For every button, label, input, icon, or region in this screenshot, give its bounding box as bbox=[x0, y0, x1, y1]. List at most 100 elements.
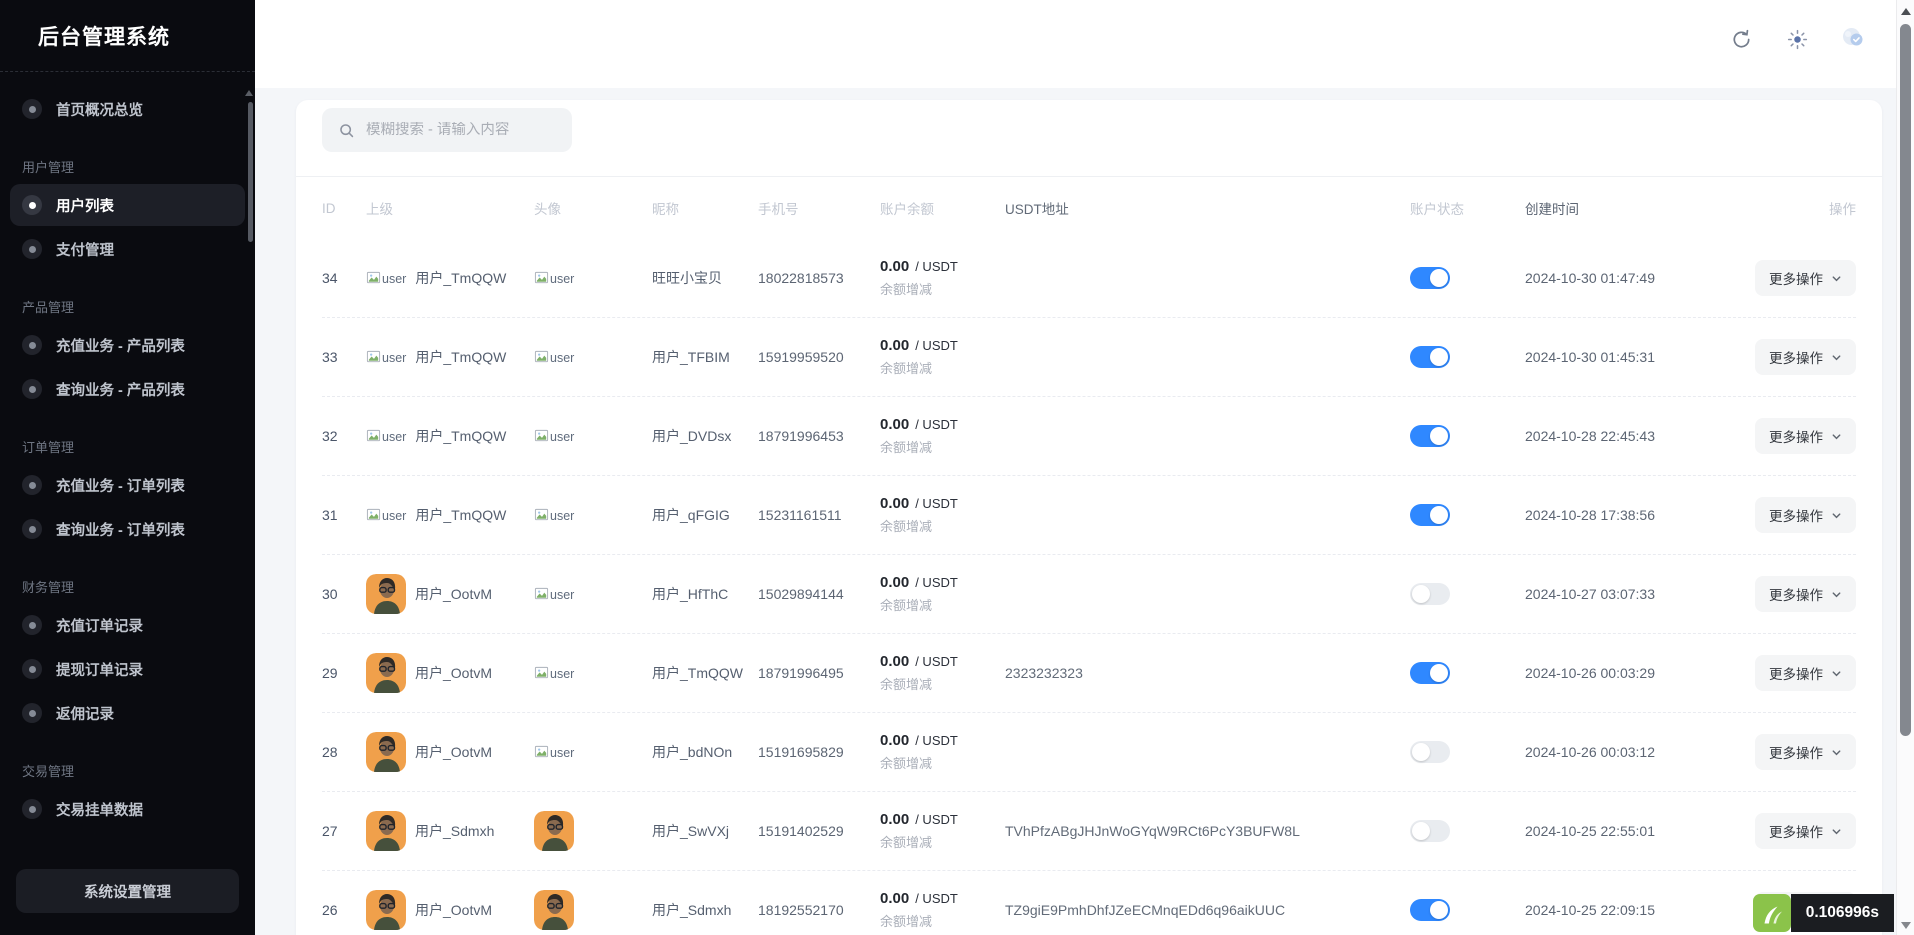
dot-circle-icon bbox=[22, 239, 42, 259]
cell-balance: 0.00/ USDT 余额增减 bbox=[880, 574, 1005, 614]
more-actions-button[interactable]: 更多操作 bbox=[1755, 260, 1856, 296]
cell-account-status bbox=[1410, 504, 1515, 526]
cell-account-status bbox=[1410, 820, 1515, 842]
more-actions-button[interactable]: 更多操作 bbox=[1755, 418, 1856, 454]
more-actions-button[interactable]: 更多操作 bbox=[1755, 813, 1856, 849]
user-avatar: user bbox=[534, 586, 574, 602]
account-status-toggle[interactable] bbox=[1410, 741, 1450, 763]
parent-avatar: user bbox=[366, 428, 406, 444]
system-settings-button[interactable]: 系统设置管理 bbox=[16, 869, 239, 913]
table-row: 29 用户_OotvM user 用户_TmQQW 18791996495 0.… bbox=[322, 634, 1856, 713]
balance-value: 0.00 bbox=[880, 416, 909, 433]
page-scrollbar-thumb[interactable] bbox=[1900, 24, 1911, 736]
cell-created-time: 2024-10-30 01:45:31 bbox=[1515, 349, 1685, 365]
balance-adjust-link[interactable]: 余额增减 bbox=[880, 832, 1005, 851]
more-actions-button[interactable]: 更多操作 bbox=[1755, 339, 1856, 375]
more-actions-button[interactable]: 更多操作 bbox=[1755, 497, 1856, 533]
balance-adjust-link[interactable]: 余额增减 bbox=[880, 279, 1005, 298]
more-actions-label: 更多操作 bbox=[1769, 821, 1823, 841]
search-input[interactable] bbox=[366, 122, 546, 138]
user-avatar: user bbox=[534, 507, 574, 523]
balance-adjust-link[interactable]: 余额增减 bbox=[880, 516, 1005, 535]
parent-name: 用户_TmQQW bbox=[415, 505, 506, 525]
sidebar-menu-item[interactable]: 充值业务 - 产品列表 bbox=[10, 324, 245, 366]
theme-sun-icon[interactable] bbox=[1784, 26, 1810, 52]
table-row: 31 user 用户_TmQQW user 用户_qFGIG 152311615… bbox=[322, 476, 1856, 555]
sidebar-menu-item[interactable]: 支付管理 bbox=[10, 228, 245, 270]
parent-avatar: user bbox=[366, 270, 406, 286]
parent-name: 用户_TmQQW bbox=[415, 268, 506, 288]
sidebar-menu-item[interactable]: 提现订单记录 bbox=[10, 648, 245, 690]
cell-nickname: 用户_HfThC bbox=[652, 584, 758, 604]
sidebar-menu-item[interactable]: 返佣记录 bbox=[10, 692, 245, 734]
more-actions-button[interactable]: 更多操作 bbox=[1755, 655, 1856, 691]
more-actions-label: 更多操作 bbox=[1769, 268, 1823, 288]
sidebar-menu-item[interactable]: 查询业务 - 订单列表 bbox=[10, 508, 245, 550]
scrollbar-down-icon[interactable] bbox=[1901, 922, 1911, 929]
cell-id: 34 bbox=[322, 270, 366, 286]
account-status-toggle[interactable] bbox=[1410, 899, 1450, 921]
sidebar-scrollbar-thumb[interactable] bbox=[248, 102, 253, 242]
main-area: ID 上级 头像 昵称 手机号 账户余额 USDT地址 账户状态 创建时间 操作… bbox=[255, 0, 1914, 935]
col-header-time: 创建时间 bbox=[1515, 198, 1685, 218]
sidebar-menu-item[interactable]: 查询业务 - 产品列表 bbox=[10, 368, 245, 410]
cell-avatar: user bbox=[534, 744, 652, 760]
cell-balance: 0.00/ USDT 余额增减 bbox=[880, 890, 1005, 930]
balance-adjust-link[interactable]: 余额增减 bbox=[880, 911, 1005, 930]
sidebar-menu-item[interactable]: 充值订单记录 bbox=[10, 604, 245, 646]
cell-parent-user: user 用户_TmQQW bbox=[366, 268, 534, 288]
sidebar-menu-item[interactable]: 用户列表 bbox=[10, 184, 245, 226]
broken-image-icon bbox=[534, 349, 549, 364]
balance-adjust-link[interactable]: 余额增减 bbox=[880, 674, 1005, 693]
balance-adjust-link[interactable]: 余额增减 bbox=[880, 753, 1005, 772]
account-status-toggle[interactable] bbox=[1410, 583, 1450, 605]
sidebar-menu-item[interactable]: 充值业务 - 订单列表 bbox=[10, 464, 245, 506]
balance-adjust-link[interactable]: 余额增减 bbox=[880, 358, 1005, 377]
balance-adjust-link[interactable]: 余额增减 bbox=[880, 437, 1005, 456]
cell-parent-user: 用户_OotvM bbox=[366, 890, 534, 930]
refresh-icon[interactable] bbox=[1728, 26, 1754, 52]
cell-actions: 更多操作 bbox=[1685, 418, 1856, 454]
balance-value: 0.00 bbox=[880, 258, 909, 275]
sidebar-item-label: 支付管理 bbox=[56, 239, 114, 260]
user-avatar-photo bbox=[534, 811, 574, 851]
balance-adjust-link[interactable]: 余额增减 bbox=[880, 595, 1005, 614]
cell-id: 30 bbox=[322, 586, 366, 602]
user-avatar-photo bbox=[366, 732, 406, 772]
broken-image-placeholder: user bbox=[534, 351, 574, 365]
search-box bbox=[322, 108, 572, 152]
account-status-toggle[interactable] bbox=[1410, 346, 1450, 368]
scrollbar-up-icon[interactable] bbox=[1901, 8, 1911, 15]
cell-created-time: 2024-10-28 17:38:56 bbox=[1515, 507, 1685, 523]
more-actions-label: 更多操作 bbox=[1769, 663, 1823, 683]
cell-id: 28 bbox=[322, 744, 366, 760]
sidebar-scroll-up-icon[interactable] bbox=[245, 90, 253, 96]
sidebar-item-label: 交易挂单数据 bbox=[56, 799, 143, 820]
sidebar-menu-item[interactable]: 交易挂单数据 bbox=[10, 788, 245, 830]
cell-balance: 0.00/ USDT 余额增减 bbox=[880, 732, 1005, 772]
more-actions-button[interactable]: 更多操作 bbox=[1755, 734, 1856, 770]
broken-image-placeholder: user bbox=[534, 588, 574, 602]
account-status-toggle[interactable] bbox=[1410, 662, 1450, 684]
cell-nickname: 用户_qFGIG bbox=[652, 505, 758, 525]
table-body: 34 user 用户_TmQQW user 旺旺小宝贝 18022818573 … bbox=[322, 239, 1856, 935]
col-header-balance: 账户余额 bbox=[880, 198, 1005, 218]
account-status-toggle[interactable] bbox=[1410, 820, 1450, 842]
chevron-down-icon bbox=[1831, 273, 1842, 284]
account-status-toggle[interactable] bbox=[1410, 267, 1450, 289]
avatar-verified-icon[interactable] bbox=[1840, 26, 1866, 52]
cell-phone: 18022818573 bbox=[758, 270, 880, 286]
balance-value: 0.00 bbox=[880, 495, 909, 512]
cell-actions: 更多操作 bbox=[1685, 734, 1856, 770]
cell-parent-user: 用户_OotvM bbox=[366, 653, 534, 693]
debug-toolbar[interactable]: 0.106996s bbox=[1753, 894, 1894, 932]
cell-usdt-address: 2323232323 bbox=[1005, 665, 1410, 681]
sidebar-menu-item[interactable]: 首页概况总览 bbox=[10, 88, 245, 130]
account-status-toggle[interactable] bbox=[1410, 425, 1450, 447]
dot-circle-icon bbox=[22, 519, 42, 539]
more-actions-button[interactable]: 更多操作 bbox=[1755, 576, 1856, 612]
parent-avatar: user bbox=[366, 507, 406, 523]
cell-account-status bbox=[1410, 662, 1515, 684]
balance-currency: / USDT bbox=[915, 575, 958, 590]
account-status-toggle[interactable] bbox=[1410, 504, 1450, 526]
